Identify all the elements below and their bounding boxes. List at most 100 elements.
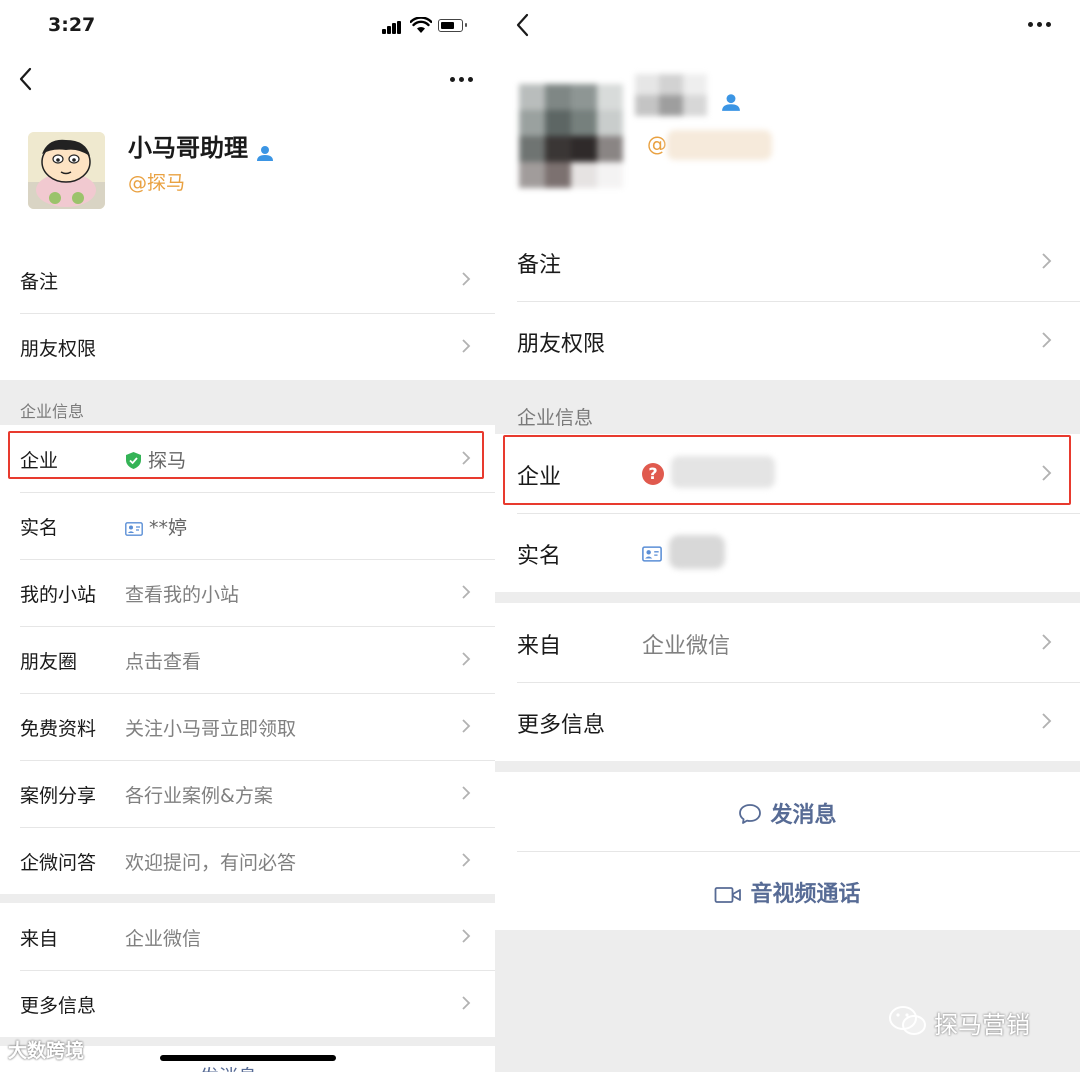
chevron-right-icon xyxy=(1041,633,1052,651)
chevron-right-icon xyxy=(461,785,471,801)
chat-bubble-icon xyxy=(739,804,762,824)
real-name-value: **婷 xyxy=(125,513,187,540)
right-contact-panel: @ 备注 朋友权限 企业信息 企业 ? 实名 来自 企业微信 更多信息 发消息 … xyxy=(495,0,1080,1072)
friend-permission-row[interactable]: 朋友权限 xyxy=(0,313,495,380)
more-icon[interactable] xyxy=(1028,20,1058,30)
av-call-label: 音视频通话 xyxy=(750,882,861,907)
more-icon[interactable] xyxy=(450,75,480,85)
row-value: 点击查看 xyxy=(125,651,202,673)
left-contact-panel: 3:27 小马哥助理 @探马 备注 朋友权限 企业信息 企业 探马 实名 **婷… xyxy=(0,0,495,1072)
wechat-logo-icon xyxy=(888,1005,928,1043)
row-label: 朋友权限 xyxy=(20,338,97,360)
remark-row[interactable]: 备注 xyxy=(495,222,1080,301)
status-time: 3:27 xyxy=(48,14,96,36)
chevron-right-icon xyxy=(1041,712,1052,730)
more-info-row[interactable]: 更多信息 xyxy=(0,970,495,1037)
row-label: 来自 xyxy=(517,634,562,659)
real-name-text: **婷 xyxy=(149,517,188,539)
row-value: 关注小马哥立即领取 xyxy=(125,718,297,740)
row-label: 实名 xyxy=(20,517,59,539)
real-name-row[interactable]: 实名 **婷 xyxy=(0,492,495,559)
real-name-row[interactable]: 实名 xyxy=(495,513,1080,592)
row-label: 备注 xyxy=(517,253,562,278)
send-message-content: 发消息 xyxy=(495,797,1080,829)
avatar-blurred[interactable] xyxy=(519,84,623,188)
verified-user-icon xyxy=(721,92,740,111)
watermark-text: 探马营销 xyxy=(934,1011,1030,1039)
enterprise-name: 探马 xyxy=(148,450,187,472)
row-value: 查看我的小站 xyxy=(125,584,240,606)
cellular-signal-icon xyxy=(382,21,404,34)
chevron-right-icon xyxy=(461,338,471,354)
section-label-enterprise: 企业信息 xyxy=(517,407,594,429)
source-info-list-right: 来自 企业微信 更多信息 xyxy=(495,603,1080,761)
chevron-right-icon xyxy=(1041,331,1052,349)
av-call-content: 音视频通话 xyxy=(495,876,1080,908)
send-message-peek[interactable]: 发消息 xyxy=(200,1062,257,1072)
row-label: 企微问答 xyxy=(20,852,97,874)
wecom-qa-row[interactable]: 企微问答 欢迎提问，有问必答 xyxy=(0,827,495,894)
case-sharing-row[interactable]: 案例分享 各行业案例&方案 xyxy=(0,760,495,827)
contact-settings-list: 备注 朋友权限 xyxy=(0,246,495,380)
id-card-icon xyxy=(125,519,143,536)
enterprise-row[interactable]: 企业 ? xyxy=(495,434,1080,513)
enterprise-name-blurred xyxy=(671,456,775,488)
id-card-icon xyxy=(642,543,662,562)
row-label: 我的小站 xyxy=(20,584,97,606)
status-bar: 3:27 xyxy=(0,0,495,56)
my-site-row[interactable]: 我的小站 查看我的小站 xyxy=(0,559,495,626)
chevron-right-icon xyxy=(1041,252,1052,270)
section-label-enterprise: 企业信息 xyxy=(20,402,85,421)
verified-user-icon xyxy=(256,140,274,161)
back-icon[interactable] xyxy=(12,64,42,94)
home-indicator xyxy=(160,1055,336,1061)
row-label: 朋友圈 xyxy=(20,651,78,673)
row-value: 欢迎提问，有问必答 xyxy=(125,852,297,874)
chevron-right-icon xyxy=(461,995,471,1011)
source-row[interactable]: 来自 企业微信 xyxy=(495,603,1080,682)
row-value: 各行业案例&方案 xyxy=(125,785,273,807)
chevron-right-icon xyxy=(1041,464,1052,482)
shield-check-icon xyxy=(125,451,142,470)
chevron-right-icon xyxy=(461,718,471,734)
enterprise-row[interactable]: 企业 探马 xyxy=(0,425,495,492)
row-label: 免费资料 xyxy=(20,718,97,740)
watermark-right: 探马营销 xyxy=(888,1005,1030,1043)
contact-name: 小马哥助理 xyxy=(128,134,248,162)
enterprise-value: 探马 xyxy=(125,446,186,473)
send-message-label: 发消息 xyxy=(770,803,837,828)
handle-prefix: @ xyxy=(647,132,667,156)
watermark-left: 大数跨境 xyxy=(8,1040,85,1062)
contact-name-line: 小马哥助理 xyxy=(128,128,274,163)
row-label: 案例分享 xyxy=(20,785,97,807)
real-name-value xyxy=(642,541,668,566)
row-label: 企业 xyxy=(20,450,59,472)
more-info-row[interactable]: 更多信息 xyxy=(495,682,1080,761)
contact-settings-list-right: 备注 朋友权限 xyxy=(495,222,1080,380)
chevron-right-icon xyxy=(461,928,471,944)
av-call-button[interactable]: 音视频通话 xyxy=(495,851,1080,930)
back-icon[interactable] xyxy=(509,10,539,40)
row-label: 来自 xyxy=(20,928,59,950)
chevron-right-icon xyxy=(461,651,471,667)
enterprise-info-list-right: 企业 ? 实名 xyxy=(495,434,1080,592)
row-label: 备注 xyxy=(20,271,59,293)
real-name-blurred xyxy=(669,535,725,569)
source-row[interactable]: 来自 企业微信 xyxy=(0,903,495,970)
friend-permission-row[interactable]: 朋友权限 xyxy=(495,301,1080,380)
source-info-list: 来自 企业微信 更多信息 xyxy=(0,903,495,1037)
avatar[interactable] xyxy=(28,132,105,209)
send-message-button[interactable]: 发消息 xyxy=(495,772,1080,851)
moments-row[interactable]: 朋友圈 点击查看 xyxy=(0,626,495,693)
chevron-right-icon xyxy=(461,584,471,600)
enterprise-info-list: 企业 探马 实名 **婷 我的小站 查看我的小站 朋友圈 点击查看 免费资料 关… xyxy=(0,425,495,894)
action-list: 发消息 音视频通话 xyxy=(495,772,1080,930)
free-materials-row[interactable]: 免费资料 关注小马哥立即领取 xyxy=(0,693,495,760)
question-icon: ? xyxy=(642,463,664,485)
battery-icon xyxy=(438,19,467,32)
remark-row[interactable]: 备注 xyxy=(0,246,495,313)
row-label: 更多信息 xyxy=(20,995,97,1017)
handle-blurred xyxy=(667,130,772,160)
row-value: 企业微信 xyxy=(125,928,202,950)
chevron-right-icon xyxy=(461,271,471,287)
